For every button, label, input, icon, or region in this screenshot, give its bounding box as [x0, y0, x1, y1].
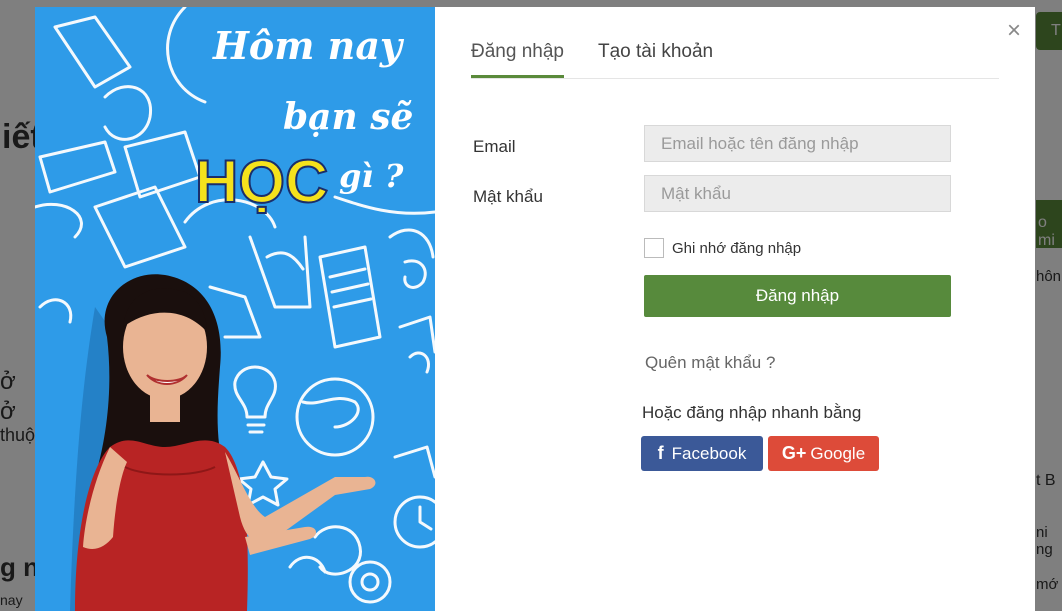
remember-label: Ghi nhớ đăng nhập [672, 239, 802, 257]
tab-register[interactable]: Tạo tài khoản [598, 37, 713, 78]
banner-illustration: Hôm nay bạn sẽ HỌC gì ? [35, 7, 435, 611]
headline-line-1: Hôm nay [212, 23, 405, 68]
close-icon[interactable]: × [1007, 19, 1021, 43]
promo-banner: Hôm nay bạn sẽ HỌC gì ? [35, 7, 435, 611]
facebook-label: Facebook [671, 443, 747, 463]
login-modal: Hôm nay bạn sẽ HỌC gì ? × Đăng nhập Tạo [35, 7, 1035, 611]
headline-end: gì ? [339, 157, 404, 195]
remember-checkbox[interactable] [644, 238, 664, 258]
forgot-password-link[interactable]: Quên mật khẩu ? [645, 353, 775, 373]
remember-me: Ghi nhớ đăng nhập [644, 238, 801, 258]
auth-tabs: Đăng nhập Tạo tài khoản [471, 37, 999, 79]
google-login-button[interactable]: G+ Google [768, 436, 879, 471]
google-label: Google [810, 443, 866, 463]
quick-login-label: Hoặc đăng nhập nhanh bằng [642, 403, 862, 422]
facebook-icon: f [657, 443, 664, 463]
password-label: Mật khẩu [473, 187, 543, 206]
email-label: Email [473, 137, 516, 156]
email-input[interactable] [644, 125, 951, 162]
password-input[interactable] [644, 175, 951, 212]
headline-highlight: HỌC [195, 148, 328, 215]
facebook-login-button[interactable]: f Facebook [641, 436, 763, 471]
tab-login[interactable]: Đăng nhập [471, 37, 564, 78]
login-button[interactable]: Đăng nhập [644, 275, 951, 317]
google-plus-icon: G+ [781, 443, 807, 463]
presenter-figure [70, 274, 376, 611]
headline-line-2: bạn sẽ [283, 96, 413, 138]
